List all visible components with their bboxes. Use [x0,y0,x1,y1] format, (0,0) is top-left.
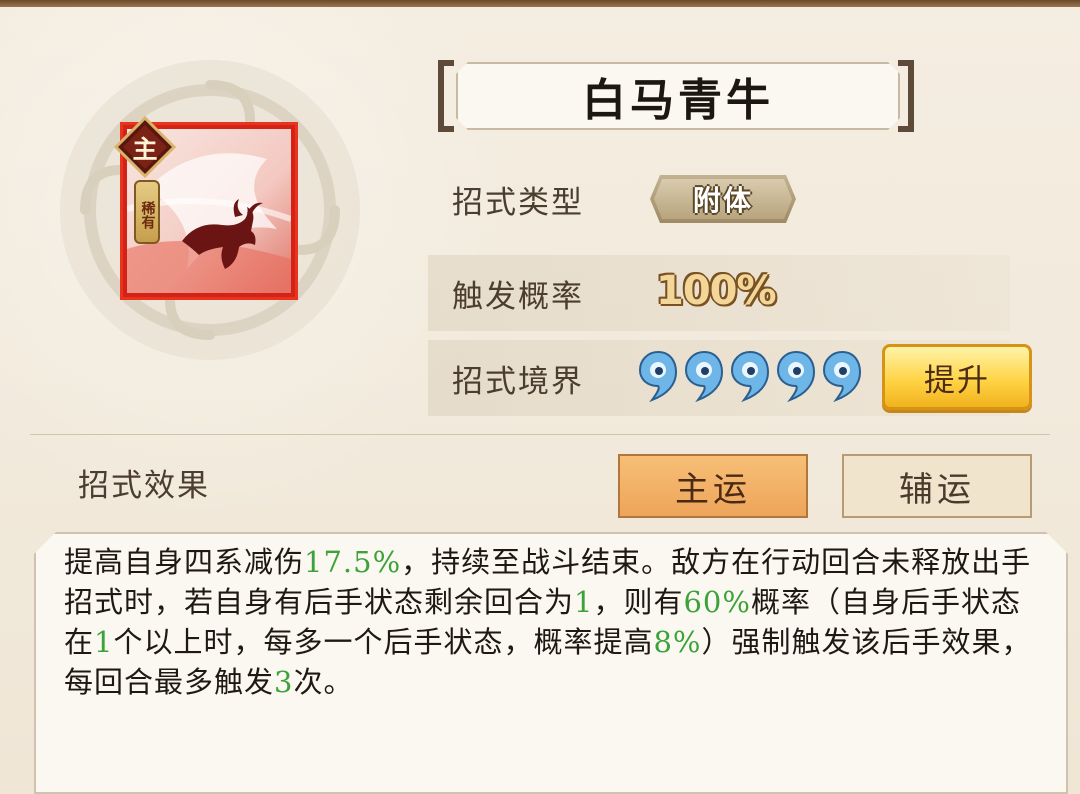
realm-drop-icon [684,350,724,402]
divider [30,434,1050,435]
title-bracket-left [438,60,454,132]
realm-drop-icon [776,350,816,402]
realm-drop-icon [822,350,862,402]
effect-text-segment: 个以上时，每多一个后手状态，概率提高 [113,625,654,659]
effect-title: 招式效果 [78,468,210,504]
tab-primary[interactable]: 主运 [618,454,808,518]
effect-highlight-value: 1 [574,585,594,619]
title-bracket-right [898,60,914,132]
effect-highlight-value: 8% [653,625,702,659]
tab-secondary[interactable]: 辅运 [842,454,1032,518]
realm-drop-icon [730,350,770,402]
skill-name: 白马青牛 [582,75,774,126]
effect-text-segment: ，则有 [593,585,684,619]
effect-text-segment: 提高自身四系减伤 [64,545,305,579]
effect-highlight-value: 1 [94,625,114,659]
title-plate: 白马青牛 [456,62,900,130]
rarity-tag: 稀有 [134,180,160,244]
main-badge-label: 主 [132,135,158,164]
effect-highlight-value: 60% [683,585,751,619]
effect-text-segment: 次。 [293,665,354,699]
realm-label: 招式境界 [452,364,584,400]
realm-drop-icon [638,350,678,402]
realm-level-indicator [638,350,864,406]
top-border [0,0,1080,7]
type-badge: 附体 [650,175,796,223]
type-label: 招式类型 [452,185,584,221]
effect-highlight-value: 17.5% [304,545,402,579]
effect-highlight-value: 3 [274,665,294,699]
upgrade-button[interactable]: 提升 [882,344,1032,410]
type-value: 附体 [692,184,753,217]
trigger-value: 100% [656,268,777,314]
trigger-label: 触发概率 [452,279,584,315]
effect-description: 提高自身四系减伤17.5%，持续至战斗结束。敌方在行动回合未释放出手招式时，若自… [64,542,1044,702]
